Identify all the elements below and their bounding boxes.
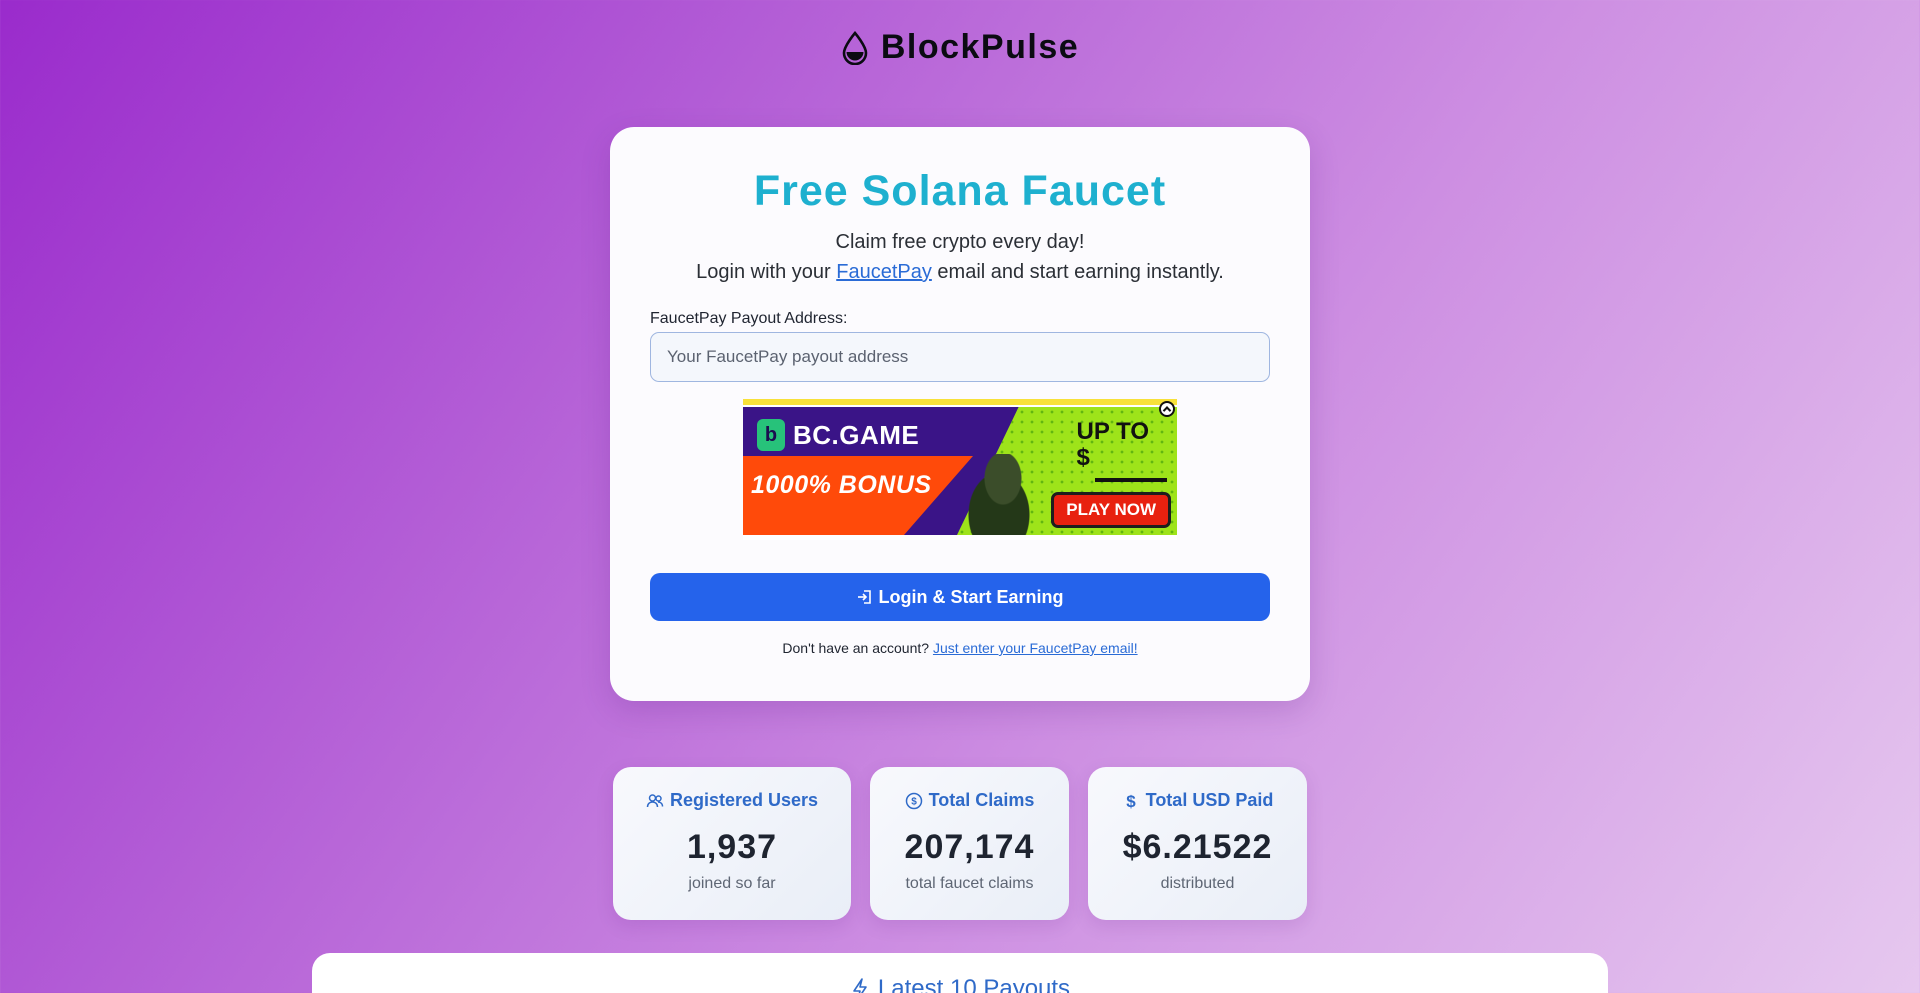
ad-logo-text: BC.GAME bbox=[793, 419, 920, 450]
ad-player-figure bbox=[963, 454, 1043, 535]
ad-upto: UP TO $ bbox=[1076, 418, 1149, 471]
dollar-icon: $ bbox=[1126, 792, 1136, 810]
login-button[interactable]: Login & Start Earning bbox=[650, 573, 1270, 621]
payouts-header: Latest 10 Payouts bbox=[312, 975, 1608, 993]
bcgame-logo-icon: b bbox=[757, 419, 785, 451]
latest-payouts-panel: Latest 10 Payouts bbox=[312, 953, 1608, 993]
stat-note: joined so far bbox=[688, 875, 776, 892]
payout-address-label: FaucetPay Payout Address: bbox=[650, 310, 848, 327]
stat-label: Total Claims bbox=[928, 790, 1035, 810]
stat-header: Registered Users bbox=[613, 790, 851, 811]
signup-link[interactable]: Just enter your FaucetPay email! bbox=[933, 640, 1138, 656]
payouts-title: Latest 10 Payouts bbox=[877, 975, 1071, 993]
login-button-label: Login & Start Earning bbox=[878, 586, 1064, 607]
stat-header: $ Total USD Paid bbox=[1088, 790, 1307, 811]
faucet-card: Free Solana Faucet Claim free crypto eve… bbox=[610, 127, 1310, 701]
page-title: Free Solana Faucet bbox=[753, 167, 1167, 215]
adchoices-icon[interactable] bbox=[1159, 401, 1175, 417]
stat-header: $ Total Claims bbox=[870, 790, 1069, 811]
stat-label: Registered Users bbox=[669, 790, 819, 810]
stat-value: $6.21522 bbox=[1122, 828, 1273, 866]
stat-value: 1,937 bbox=[686, 828, 778, 866]
subtitle-line-1: Claim free crypto every day! bbox=[835, 231, 1085, 253]
stat-card-registered-users: Registered Users 1,937 joined so far bbox=[613, 767, 851, 920]
stat-card-total-usd-paid: $ Total USD Paid $6.21522 distributed bbox=[1088, 767, 1307, 920]
ad-play-now-button[interactable]: PLAY NOW bbox=[1051, 492, 1171, 528]
payout-address-input[interactable] bbox=[650, 332, 1270, 382]
stat-label: Total USD Paid bbox=[1145, 790, 1274, 810]
signup-note: Don't have an account? Just enter your F… bbox=[782, 640, 1138, 656]
ad-logo: b BC.GAME bbox=[757, 419, 919, 451]
subtitle-line-2: Login with your FaucetPay email and star… bbox=[696, 261, 1224, 283]
card-subtitle: Claim free crypto every day! Login with … bbox=[610, 227, 1310, 287]
login-icon bbox=[858, 590, 872, 604]
lightning-icon bbox=[853, 978, 867, 993]
faucetpay-link[interactable]: FaucetPay bbox=[836, 261, 932, 283]
svg-text:$: $ bbox=[911, 796, 917, 807]
stat-card-total-claims: $ Total Claims 207,174 total faucet clai… bbox=[870, 767, 1069, 920]
svg-text:$: $ bbox=[1126, 792, 1136, 810]
stat-value: 207,174 bbox=[904, 828, 1035, 866]
users-icon bbox=[646, 793, 664, 807]
coin-icon: $ bbox=[905, 792, 922, 809]
brand-header: BlockPulse bbox=[0, 28, 1920, 67]
ad-divider bbox=[1095, 478, 1167, 482]
stat-note: distributed bbox=[1160, 875, 1235, 892]
ad-banner[interactable]: b BC.GAME 1000% BONUS UP TO $ PLAY NOW bbox=[743, 399, 1177, 540]
droplet-icon bbox=[842, 30, 868, 65]
stat-note: total faucet claims bbox=[905, 875, 1034, 892]
brand-name: BlockPulse bbox=[880, 28, 1080, 66]
ad-bonus-text: 1000% BONUS bbox=[751, 471, 932, 499]
